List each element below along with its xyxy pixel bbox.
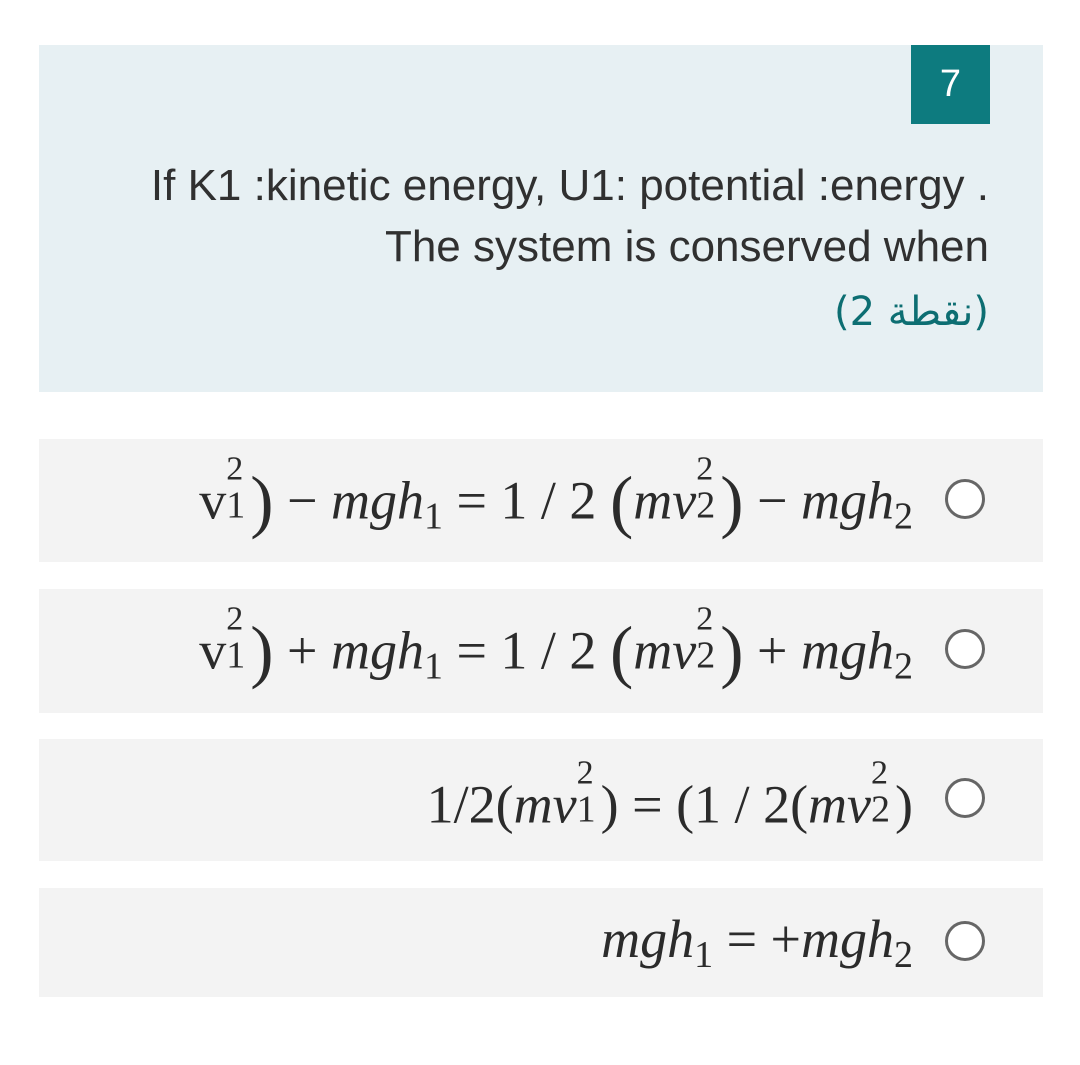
option-4-formula: mgh1 = +mgh2 — [601, 908, 913, 976]
answer-option-4[interactable]: mgh1 = +mgh2 — [39, 888, 1043, 997]
option-3-formula: 1/2(mv 2 1) = (1 / 2(mv 2 2) — [426, 754, 913, 835]
radio-unchecked-icon[interactable] — [945, 478, 985, 519]
radio-unchecked-icon[interactable] — [945, 629, 985, 669]
answer-option-3[interactable]: 1/2(mv 2 1) = (1 / 2(mv 2 2) — [39, 739, 1043, 861]
question-text: If K1 :kinetic energy, U1: potential :en… — [150, 161, 989, 271]
question-card: 7 If K1 :kinetic energy, U1: potential :… — [39, 45, 1043, 392]
radio-unchecked-icon[interactable] — [945, 778, 985, 818]
answer-option-1[interactable]: v 2 1) − mgh1 = 1 / 2 (mv 2 2) − mgh2 — [39, 439, 1043, 562]
option-1-formula: v 2 1) − mgh1 = 1 / 2 (mv 2 2) − mgh2 — [199, 450, 913, 540]
radio-unchecked-icon[interactable] — [945, 920, 985, 961]
question-number-badge: 7 — [911, 45, 990, 124]
question-points: (2 نقطة) — [833, 289, 989, 335]
answer-option-2[interactable]: v 2 1) + mgh1 = 1 / 2 (mv 2 2) + mgh2 — [39, 589, 1043, 713]
option-2-formula: v 2 1) + mgh1 = 1 / 2 (mv 2 2) + mgh2 — [199, 600, 913, 691]
